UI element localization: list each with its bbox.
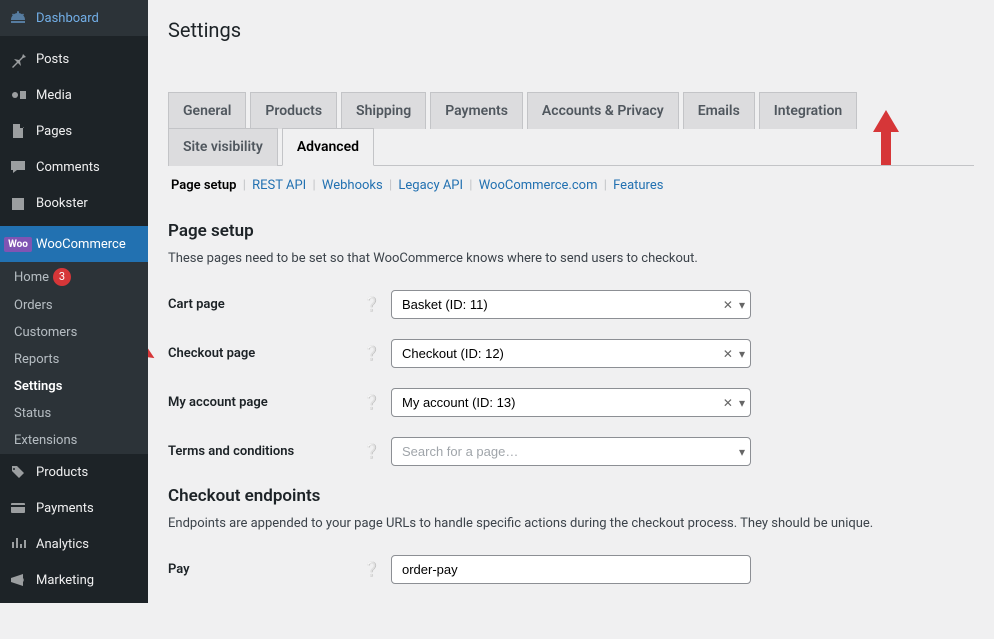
sidebar-label: Comments (36, 160, 100, 175)
help-icon[interactable]: ❔ (363, 394, 381, 412)
sidebar-item-woocommerce[interactable]: Woo WooCommerce (0, 226, 148, 262)
chevron-down-icon[interactable]: ▾ (739, 396, 745, 410)
select-terms-page[interactable] (391, 437, 751, 466)
sub-tabs: Page setup | REST API | Webhooks | Legac… (168, 166, 974, 203)
sidebar-label: WooCommerce (36, 237, 126, 252)
pages-icon (8, 121, 28, 141)
submenu-label: Home (14, 270, 49, 285)
settings-tabs: General Products Shipping Payments Accou… (168, 92, 974, 166)
help-icon[interactable]: ❔ (363, 345, 381, 363)
woo-icon: Woo (8, 234, 28, 254)
tab-products[interactable]: Products (250, 92, 337, 129)
sidebar-item-media[interactable]: Media (0, 77, 148, 113)
subtab-woo-com[interactable]: WooCommerce.com (479, 178, 598, 193)
sidebar-item-appearance[interactable]: Appearance (0, 603, 148, 639)
select-cart-page[interactable] (391, 290, 751, 319)
subtab-rest-api[interactable]: REST API (252, 178, 306, 193)
row-checkout-page: Checkout page ❔ ✕ ▾ (168, 339, 974, 368)
sidebar-item-dashboard[interactable]: Dashboard (0, 0, 148, 36)
sidebar-label: Dashboard (36, 11, 99, 26)
label-pay: Pay (168, 562, 363, 577)
sidebar-label: Bookster (36, 196, 88, 211)
tab-shipping[interactable]: Shipping (341, 92, 426, 129)
analytics-icon (8, 534, 28, 554)
sidebar-item-bookster[interactable]: Bookster (0, 185, 148, 221)
subtab-webhooks[interactable]: Webhooks (322, 178, 383, 193)
sidebar-item-analytics[interactable]: Analytics (0, 526, 148, 562)
sidebar-label: Payments (36, 501, 94, 516)
section-title-page-setup: Page setup (168, 221, 974, 241)
sidebar-label: Analytics (36, 537, 89, 552)
appearance-icon (8, 611, 28, 631)
pin-icon (8, 49, 28, 69)
page-title: Settings (168, 18, 974, 42)
sidebar-label: Marketing (36, 573, 94, 588)
tab-accounts[interactable]: Accounts & Privacy (527, 92, 679, 129)
sidebar-label: Appearance (36, 614, 105, 629)
submenu-item-status[interactable]: Status (0, 400, 148, 427)
tab-integration[interactable]: Integration (759, 92, 857, 129)
tab-advanced[interactable]: Advanced (282, 128, 374, 166)
payments-icon (8, 498, 28, 518)
tab-emails[interactable]: Emails (683, 92, 755, 129)
sidebar-label: Products (36, 465, 88, 480)
sidebar-item-posts[interactable]: Posts (0, 41, 148, 77)
input-pay-endpoint[interactable] (391, 555, 751, 584)
row-cart-page: Cart page ❔ ✕ ▾ (168, 290, 974, 319)
products-icon (8, 462, 28, 482)
tab-visibility[interactable]: Site visibility (168, 128, 278, 166)
tab-general[interactable]: General (168, 92, 246, 129)
section-desc-page-setup: These pages need to be set so that WooCo… (168, 251, 974, 266)
subtab-features[interactable]: Features (613, 178, 663, 193)
dashboard-icon (8, 8, 28, 28)
calendar-icon (8, 193, 28, 213)
section-desc-endpoints: Endpoints are appended to your page URLs… (168, 516, 974, 531)
annotation-arrow-right (148, 306, 162, 371)
submenu-item-orders[interactable]: Orders (0, 292, 148, 319)
section-title-endpoints: Checkout endpoints (168, 486, 974, 506)
select-checkout-page[interactable] (391, 339, 751, 368)
help-icon[interactable]: ❔ (363, 296, 381, 314)
sidebar-item-marketing[interactable]: Marketing (0, 562, 148, 598)
comments-icon (8, 157, 28, 177)
sidebar-label: Posts (36, 52, 69, 67)
clear-icon[interactable]: ✕ (723, 396, 733, 410)
chevron-down-icon[interactable]: ▾ (739, 298, 745, 312)
notification-badge: 3 (53, 268, 71, 286)
chevron-down-icon[interactable]: ▾ (739, 445, 745, 459)
subtab-page-setup[interactable]: Page setup (171, 178, 237, 193)
help-icon[interactable]: ❔ (363, 443, 381, 461)
label-checkout-page: Checkout page (168, 346, 363, 361)
submenu-item-reports[interactable]: Reports (0, 346, 148, 373)
clear-icon[interactable]: ✕ (723, 347, 733, 361)
sidebar-item-payments[interactable]: Payments (0, 490, 148, 526)
woocommerce-submenu: Home 3 Orders Customers Reports Settings… (0, 262, 148, 454)
media-icon (8, 85, 28, 105)
row-account-page: My account page ❔ ✕ ▾ (168, 388, 974, 417)
sidebar-item-pages[interactable]: Pages (0, 113, 148, 149)
marketing-icon (8, 570, 28, 590)
chevron-down-icon[interactable]: ▾ (739, 347, 745, 361)
sidebar-item-products[interactable]: Products (0, 454, 148, 490)
label-terms-page: Terms and conditions (168, 444, 363, 459)
row-terms-page: Terms and conditions ❔ ▾ (168, 437, 974, 466)
submenu-item-customers[interactable]: Customers (0, 319, 148, 346)
admin-sidebar: Dashboard Posts Media Pages Comments Boo… (0, 0, 148, 602)
select-account-page[interactable] (391, 388, 751, 417)
submenu-item-extensions[interactable]: Extensions (0, 427, 148, 454)
row-pay-endpoint: Pay ❔ (168, 555, 974, 584)
label-account-page: My account page (168, 395, 363, 410)
subtab-legacy-api[interactable]: Legacy API (398, 178, 463, 193)
sidebar-label: Media (36, 88, 72, 103)
tab-payments[interactable]: Payments (430, 92, 523, 129)
label-cart-page: Cart page (168, 297, 363, 312)
clear-icon[interactable]: ✕ (723, 298, 733, 312)
submenu-item-settings[interactable]: Settings (0, 373, 148, 400)
main-content: Settings General Products Shipping Payme… (148, 0, 994, 602)
submenu-item-home[interactable]: Home 3 (0, 262, 148, 292)
help-icon[interactable]: ❔ (363, 561, 381, 579)
sidebar-item-comments[interactable]: Comments (0, 149, 148, 185)
sidebar-label: Pages (36, 124, 72, 139)
